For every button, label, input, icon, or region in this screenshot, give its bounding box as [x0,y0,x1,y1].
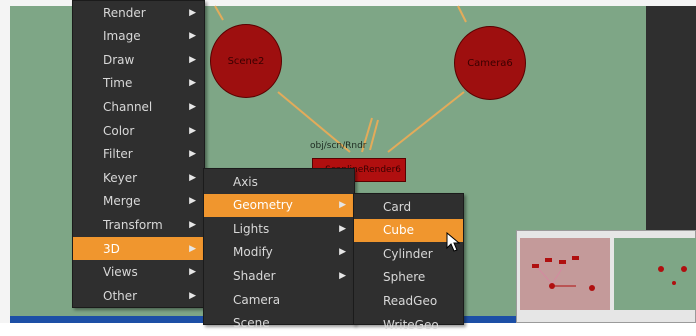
menu-geometry-item-label: WriteGeo [383,317,439,332]
camera-node-label: Camera6 [467,57,513,69]
menu-item-keyer[interactable]: Keyer ▶ [73,166,204,189]
menu-item-label: Draw [103,52,135,67]
scene-thumbnail-icon [658,266,687,285]
menu-item-other[interactable]: Other ▶ [73,284,204,307]
scene-thumbnail[interactable] [614,238,696,310]
chevron-right-icon: ▶ [189,267,196,278]
menu-geometry-item-readgeo[interactable]: ReadGeo [354,289,463,312]
menu-3d-item-label: Camera [233,292,281,307]
menu-item-filter[interactable]: Filter ▶ [73,143,204,166]
chevron-right-icon: ▶ [189,101,196,112]
chevron-right-icon: ▶ [189,196,196,207]
menu-item-label: Render [103,5,146,20]
render-node-top-label: obj/scn/Rndr [310,141,367,151]
menu-3d-item-label: Lights [233,221,270,236]
chevron-right-icon: ▶ [189,125,196,136]
chevron-right-icon: ▶ [189,290,196,301]
menu-3d-item-label: Geometry [233,198,293,213]
chevron-right-icon: ▶ [189,31,196,42]
menu-item-label: Keyer [103,170,138,185]
chevron-right-icon: ▶ [189,243,196,254]
edge-top-left [214,5,224,21]
menu-3d-item-label: Shader [233,268,276,283]
menu-geometry-item-label: ReadGeo [383,293,438,308]
edge-mid-b [369,119,379,151]
mouse-cursor-icon [446,232,460,252]
chevron-right-icon: ▶ [189,78,196,89]
camera-node[interactable]: Camera6 [454,26,526,100]
chevron-right-icon: ▶ [189,7,196,18]
menu-item-label: Color [103,123,135,138]
menu-3d-item-axis[interactable]: Axis [204,170,354,193]
menu-item-label: Views [103,265,138,280]
menu-geometry-item-sphere[interactable]: Sphere [354,266,463,289]
menu-3d-item-label: Axis [233,174,258,189]
menu-3d-item-geometry[interactable]: Geometry ▶ [204,193,354,217]
chevron-right-icon: ▶ [339,223,346,234]
chevron-right-icon: ▶ [189,219,196,230]
menu-3d-item-modify[interactable]: Modify ▶ [204,241,354,264]
menu-item-draw[interactable]: Draw ▶ [73,48,204,71]
chevron-right-icon: ▶ [339,200,346,211]
submenu-geometry: Card Cube Cylinder Sphere ReadGeo WriteGeo [353,193,464,332]
menu-geometry-item-label: Card [383,199,412,214]
scene-node[interactable]: Scene2 [210,24,282,98]
menu-item-color[interactable]: Color ▶ [73,119,204,142]
menu-geometry-item-card[interactable]: Card [354,195,463,218]
menu-3d-item-lights[interactable]: Lights ▶ [204,217,354,240]
menu-3d-item-scene[interactable]: Scene [204,312,354,335]
menu-item-label: Channel [103,99,153,114]
scene-node-label: Scene2 [227,55,265,67]
chevron-right-icon: ▶ [339,270,346,281]
context-menu-main: Render ▶ Image ▶ Draw ▶ Time ▶ Channel ▶ Color ▶ Fil… [72,0,205,308]
menu-item-3d[interactable]: 3D ▶ [73,237,204,260]
menu-3d-item-camera[interactable]: Camera [204,288,354,311]
menu-3d-item-label: Modify [233,245,273,260]
menu-item-render[interactable]: Render ▶ [73,1,204,24]
menu-3d-item-shader[interactable]: Shader ▶ [204,264,354,287]
menu-item-merge[interactable]: Merge ▶ [73,190,204,213]
menu-item-label: Image [103,29,141,44]
menu-geometry-item-label: Cylinder [383,246,433,261]
menu-item-label: Filter [103,147,133,162]
menu-geometry-item-writegeo[interactable]: WriteGeo [354,313,463,336]
menu-item-label: Time [103,76,133,91]
menu-item-views[interactable]: Views ▶ [73,261,204,284]
chevron-right-icon: ▶ [339,247,346,258]
menu-3d-item-label: Scene [233,316,270,331]
menu-item-label: 3D [103,241,120,256]
node-graph-thumbnail[interactable] [520,238,610,310]
menu-item-label: Other [103,288,138,303]
edge-top-right [457,5,467,23]
chevron-right-icon: ▶ [189,172,196,183]
menu-item-label: Merge [103,194,141,209]
menu-item-transform[interactable]: Transform ▶ [73,213,204,236]
menu-geometry-item-label: Cube [383,223,414,238]
chevron-right-icon: ▶ [189,54,196,65]
menu-item-label: Transform [103,217,163,232]
menu-item-time[interactable]: Time ▶ [73,72,204,95]
chevron-right-icon: ▶ [189,149,196,160]
submenu-3d: Axis Geometry ▶ Lights ▶ Modify ▶ Shader ▶ Camera… [203,168,355,330]
menu-item-channel[interactable]: Channel ▶ [73,95,204,118]
menu-geometry-item-label: Sphere [383,270,426,285]
node-graph-thumbnail-icon [532,256,595,291]
edge-camera-to-render [387,91,465,153]
menu-item-image[interactable]: Image ▶ [73,25,204,48]
